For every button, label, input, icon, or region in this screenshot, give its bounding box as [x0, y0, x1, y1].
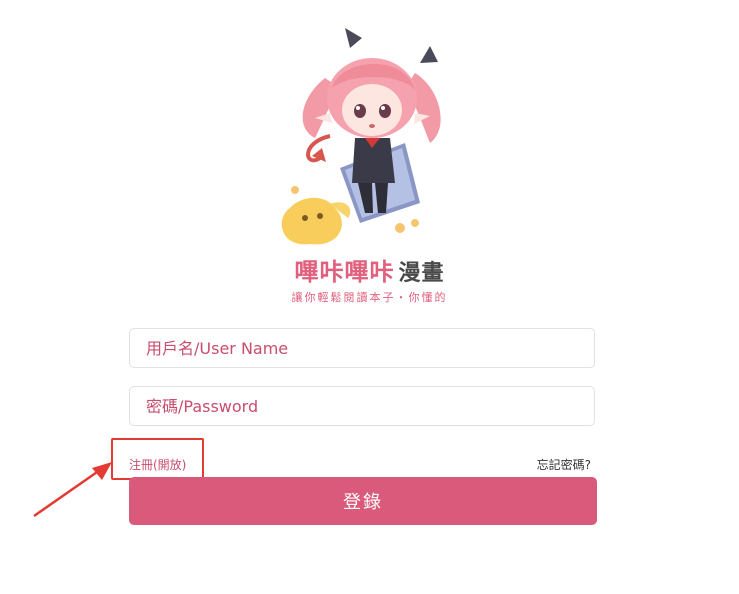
- login-button[interactable]: 登錄: [129, 477, 597, 525]
- forgot-password-link[interactable]: 忘記密碼?: [537, 456, 591, 473]
- logo-title-dark: 漫畫: [398, 261, 445, 286]
- annotation-arrow-icon: [33, 462, 112, 518]
- password-input[interactable]: [130, 387, 594, 425]
- mascot-illustration: [281, 28, 441, 245]
- password-field: [129, 386, 595, 426]
- app-logo-title: 嗶咔嗶咔 漫畫: [0, 252, 739, 287]
- logo-title-pink: 嗶咔嗶咔: [294, 258, 395, 286]
- logo-tagline: 讓你輕鬆閱讀本子・你懂的: [291, 291, 448, 304]
- register-link[interactable]: 注冊(開放): [129, 456, 186, 473]
- login-page: 嗶咔嗶咔漫畫 讓你輕鬆閱讀本子・你懂的 注冊(開放) 忘記密碼? 登錄: [0, 0, 739, 594]
- username-field: [129, 328, 595, 368]
- username-input[interactable]: [130, 329, 594, 367]
